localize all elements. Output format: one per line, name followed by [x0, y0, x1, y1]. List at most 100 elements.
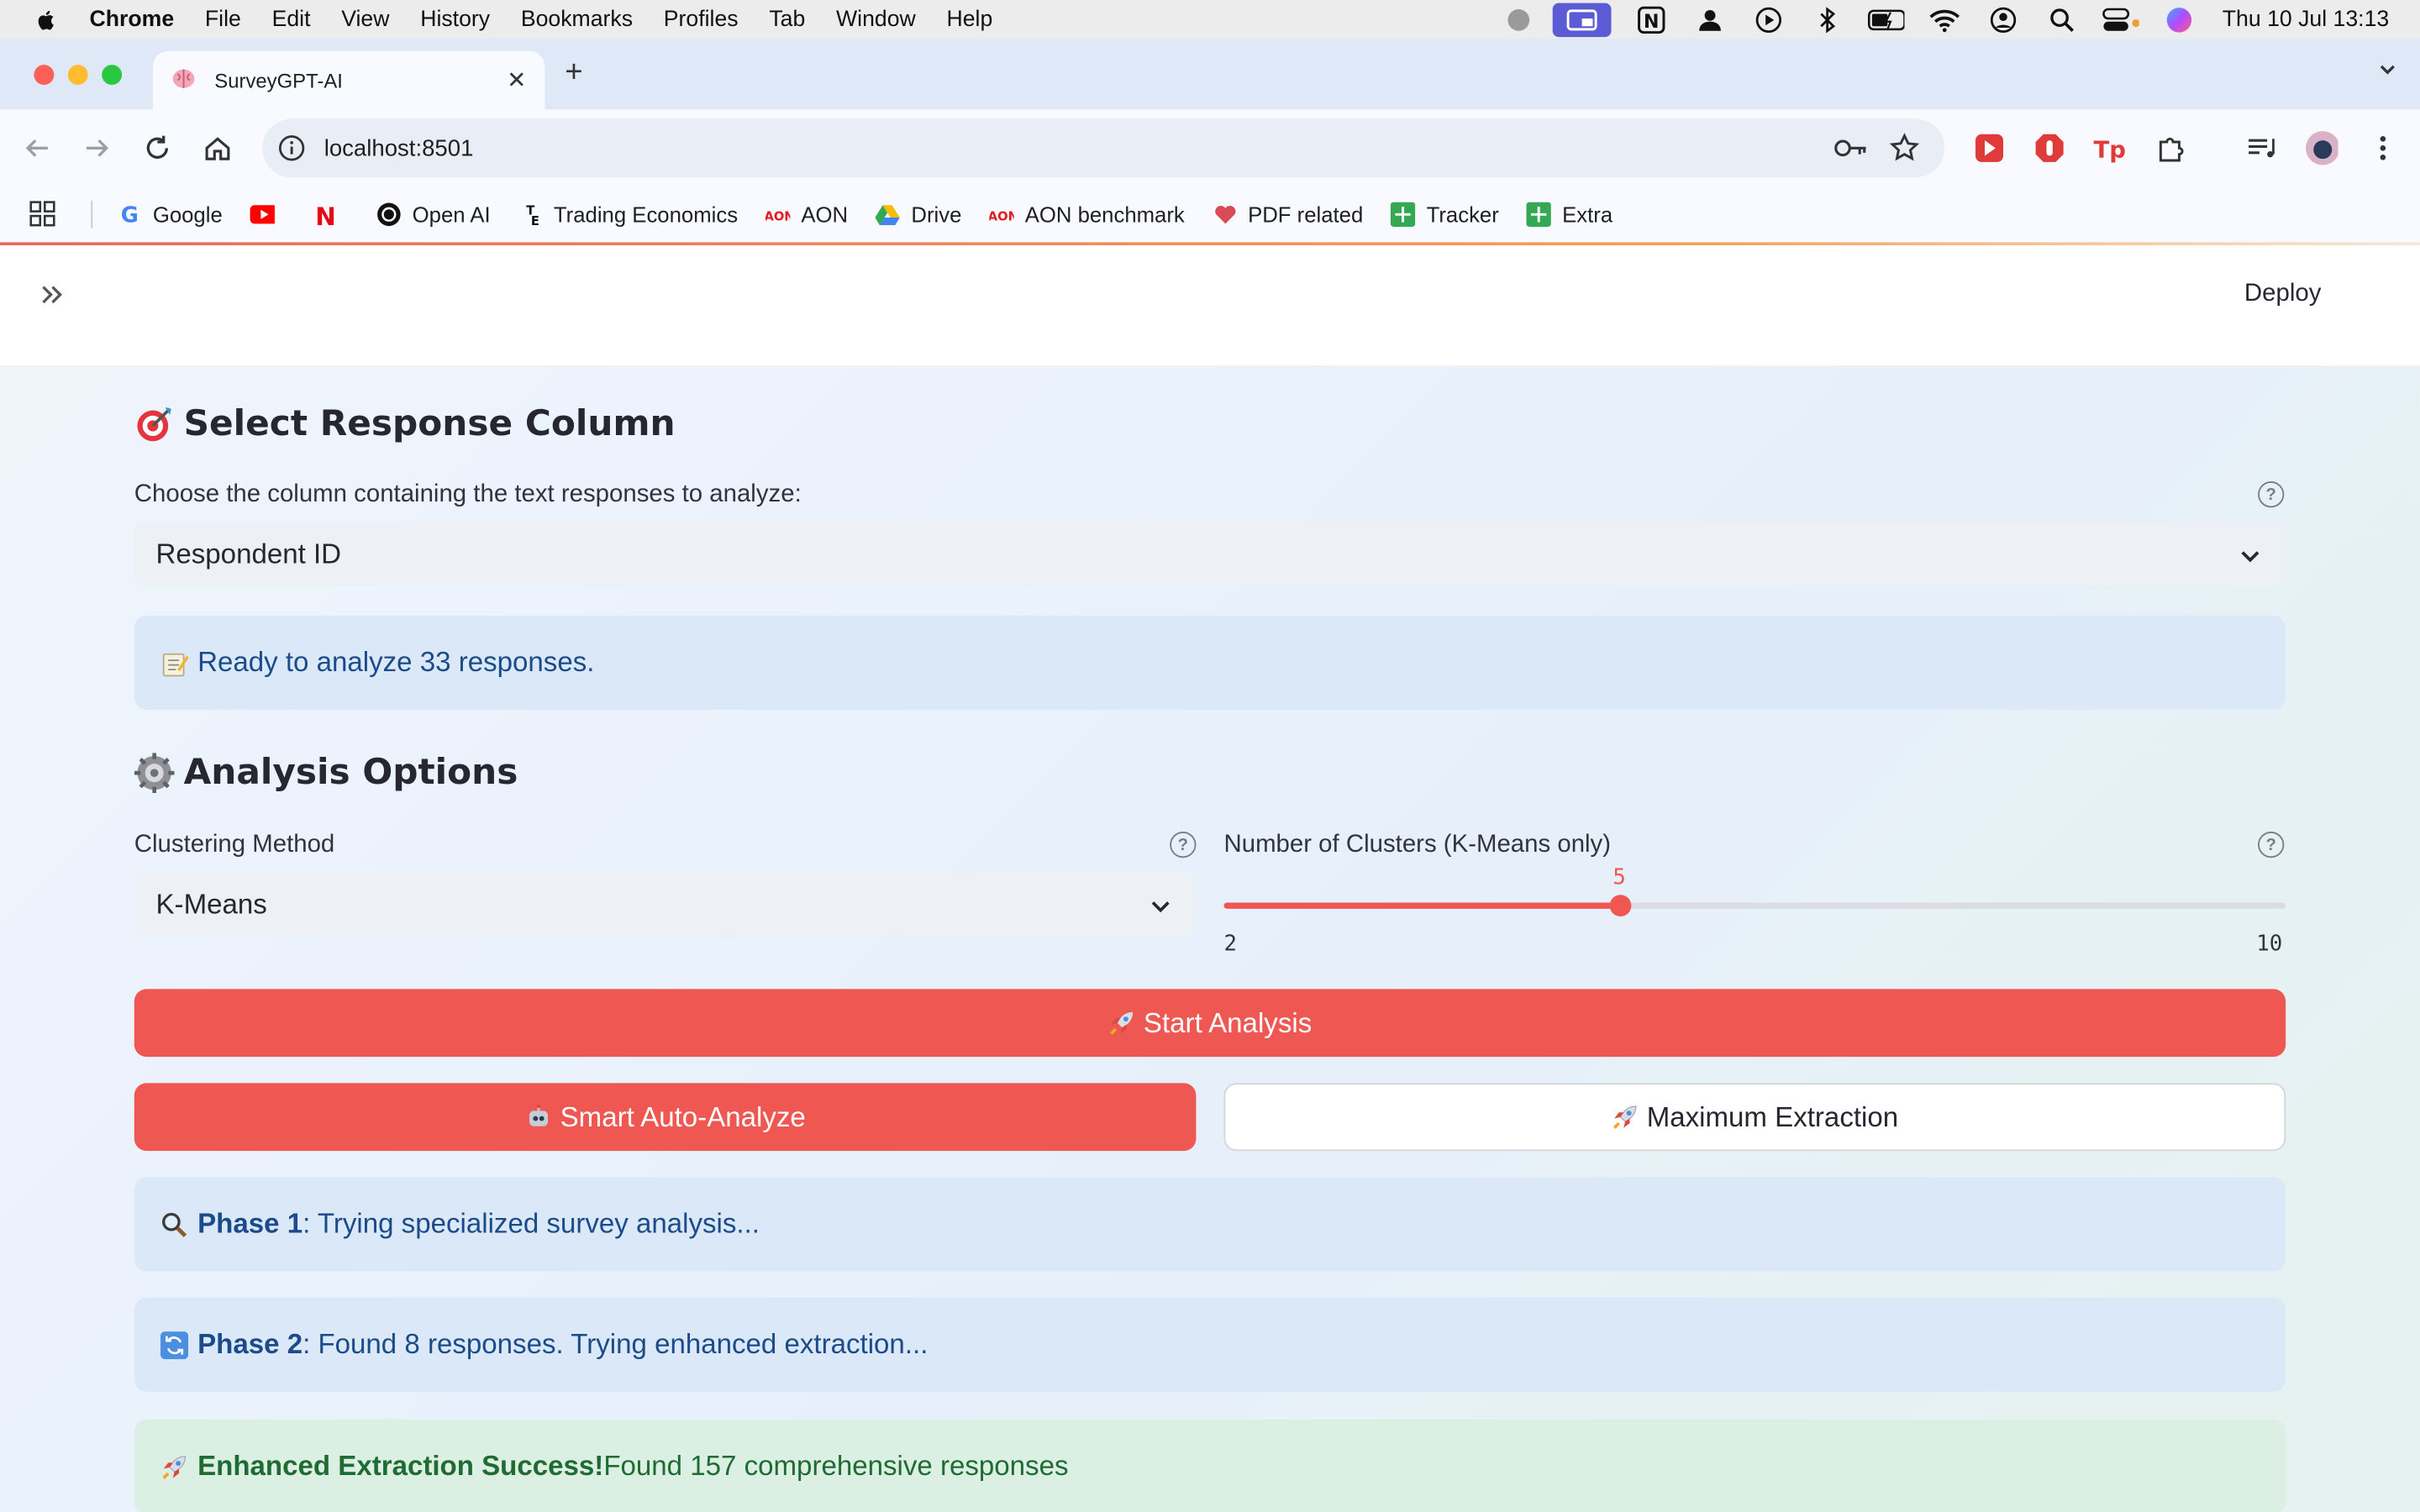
tab-search-chevron-icon[interactable]	[2377, 59, 2399, 88]
menu-tab[interactable]: Tab	[769, 7, 805, 31]
bookmark-openai[interactable]: Open AI	[376, 202, 491, 227]
menu-help[interactable]: Help	[946, 7, 992, 31]
bookmark-star-icon[interactable]	[1889, 133, 1920, 171]
record-dot-icon[interactable]	[1500, 0, 1537, 39]
bookmarks-bar: G Google N Open AI TE Trading Economics AO…	[0, 186, 2420, 243]
deploy-button[interactable]: Deploy	[2244, 281, 2321, 308]
apps-grid-icon[interactable]	[29, 201, 57, 228]
browser-menu-kebab-icon[interactable]	[2366, 131, 2400, 165]
extension-red-play-icon[interactable]	[1972, 131, 2006, 165]
phase2-label: Phase 2	[197, 1328, 303, 1360]
address-bar[interactable]: localhost:8501	[262, 118, 1945, 178]
help-question-icon[interactable]: ?	[1170, 831, 1197, 858]
bookmark-label: PDF related	[1248, 202, 1364, 227]
account-circle-icon[interactable]	[1985, 0, 2022, 39]
notion-icon[interactable]: N	[1633, 0, 1670, 39]
bookmark-pdf-related[interactable]: PDF related	[1213, 202, 1363, 227]
media-controls-icon[interactable]	[2244, 131, 2278, 165]
bookmark-label: Open AI	[412, 202, 491, 227]
response-column-select[interactable]: Respondent ID	[134, 521, 2286, 586]
extension-adblock-icon[interactable]	[2033, 131, 2066, 165]
ready-info-alert: Ready to analyze 33 responses.	[134, 615, 2286, 710]
slider-min-label: 2	[1223, 932, 1238, 957]
maximum-extraction-button[interactable]: Maximum Extraction	[1223, 1083, 2286, 1152]
menubar-clock[interactable]: Thu 10 Jul 13:13	[2223, 7, 2389, 31]
browser-toolbar: localhost:8501 Tp	[0, 109, 2420, 187]
bookmark-aon-benchmark[interactable]: AON AON benchmark	[989, 202, 1184, 227]
sidebar-expand-icon[interactable]	[37, 279, 68, 318]
main-content: Select Response Column Choose the column…	[0, 367, 2420, 1512]
home-icon[interactable]	[201, 131, 234, 165]
bookmark-extra[interactable]: Extra	[1526, 202, 1612, 227]
window-zoom-button[interactable]	[102, 65, 123, 86]
menu-profiles[interactable]: Profiles	[664, 7, 739, 31]
rocket-icon	[160, 1452, 188, 1480]
user-icon[interactable]	[1691, 0, 1728, 39]
profile-avatar[interactable]	[2304, 131, 2338, 165]
bookmark-netflix[interactable]: N	[313, 202, 349, 227]
extensions-puzzle-icon[interactable]	[2154, 131, 2188, 165]
menu-bookmarks[interactable]: Bookmarks	[521, 7, 633, 31]
sheets-icon	[1526, 202, 1552, 227]
back-arrow-icon[interactable]	[20, 131, 54, 165]
smart-auto-analyze-button[interactable]: Smart Auto-Analyze	[134, 1083, 1197, 1152]
extension-tp-icon[interactable]: Tp	[2093, 131, 2127, 165]
streamlit-header: Deploy	[0, 245, 2420, 368]
robot-icon	[524, 1103, 552, 1131]
forward-arrow-icon[interactable]	[81, 131, 114, 165]
menu-app-name[interactable]: Chrome	[90, 7, 175, 31]
ready-text: Ready to analyze 33 responses.	[197, 646, 595, 678]
openai-icon	[376, 202, 401, 227]
target-icon	[134, 404, 175, 444]
play-icon[interactable]	[1750, 0, 1787, 39]
window-minimize-button[interactable]	[67, 65, 88, 86]
clusters-slider-label: Number of Clusters (K-Means only)	[1223, 831, 1612, 858]
bluetooth-icon[interactable]	[1809, 0, 1846, 39]
clusters-slider[interactable]	[1223, 895, 2286, 916]
password-key-icon[interactable]	[1833, 134, 1867, 170]
screen: Chrome File Edit View History Bookmarks …	[0, 0, 2420, 1512]
bookmark-trading-economics[interactable]: T E Trading Economics	[518, 202, 738, 227]
rocket-icon	[1108, 1009, 1136, 1037]
reload-icon[interactable]	[140, 131, 174, 165]
wifi-icon[interactable]	[1926, 0, 1963, 39]
spotlight-search-icon[interactable]	[2044, 0, 2081, 39]
start-analysis-button[interactable]: Start Analysis	[134, 989, 2286, 1058]
bookmark-google[interactable]: G Google	[118, 202, 223, 227]
bookmark-label: AON	[801, 202, 849, 227]
bookmark-youtube[interactable]	[250, 202, 286, 227]
tab-close-icon[interactable]: ✕	[507, 66, 526, 94]
siri-icon[interactable]	[2160, 0, 2197, 39]
menu-file[interactable]: File	[205, 7, 241, 31]
window-close-button[interactable]	[34, 65, 55, 86]
battery-icon[interactable]	[1867, 0, 1905, 39]
svg-text:N: N	[316, 202, 337, 227]
bookmark-aon[interactable]: AON AON	[765, 202, 848, 227]
menu-edit[interactable]: Edit	[272, 7, 311, 31]
screen-share-icon[interactable]	[1552, 2, 1612, 37]
help-question-icon[interactable]: ?	[2258, 481, 2285, 508]
svg-text:AON: AON	[765, 210, 790, 223]
aon-icon: AON	[989, 202, 1013, 227]
browser-tab-active[interactable]: SurveyGPT-AI ✕	[152, 50, 545, 110]
bookmark-tracker[interactable]: Tracker	[1391, 202, 1499, 227]
help-question-icon[interactable]: ?	[2258, 831, 2285, 858]
new-tab-plus-icon[interactable]: +	[565, 55, 582, 91]
rocket-icon	[1611, 1103, 1639, 1131]
macos-menubar: Chrome File Edit View History Bookmarks …	[0, 0, 2420, 39]
bookmark-drive[interactable]: Drive	[876, 202, 961, 227]
url-text[interactable]: localhost:8501	[324, 135, 474, 161]
menu-view[interactable]: View	[341, 7, 389, 31]
section-title-text: Select Response Column	[183, 404, 676, 444]
svg-text:N: N	[1644, 11, 1659, 32]
slider-thumb[interactable]	[1609, 895, 1632, 916]
menu-history[interactable]: History	[420, 7, 490, 31]
clustering-method-select[interactable]: K-Means	[134, 871, 1197, 937]
site-info-icon[interactable]	[278, 134, 306, 170]
apple-icon[interactable]	[34, 7, 58, 31]
bookmarks-divider	[91, 200, 93, 228]
control-center-icon[interactable]	[2102, 0, 2139, 39]
menu-window[interactable]: Window	[836, 7, 916, 31]
section-title-text: Analysis Options	[183, 753, 518, 794]
youtube-icon	[250, 202, 276, 227]
